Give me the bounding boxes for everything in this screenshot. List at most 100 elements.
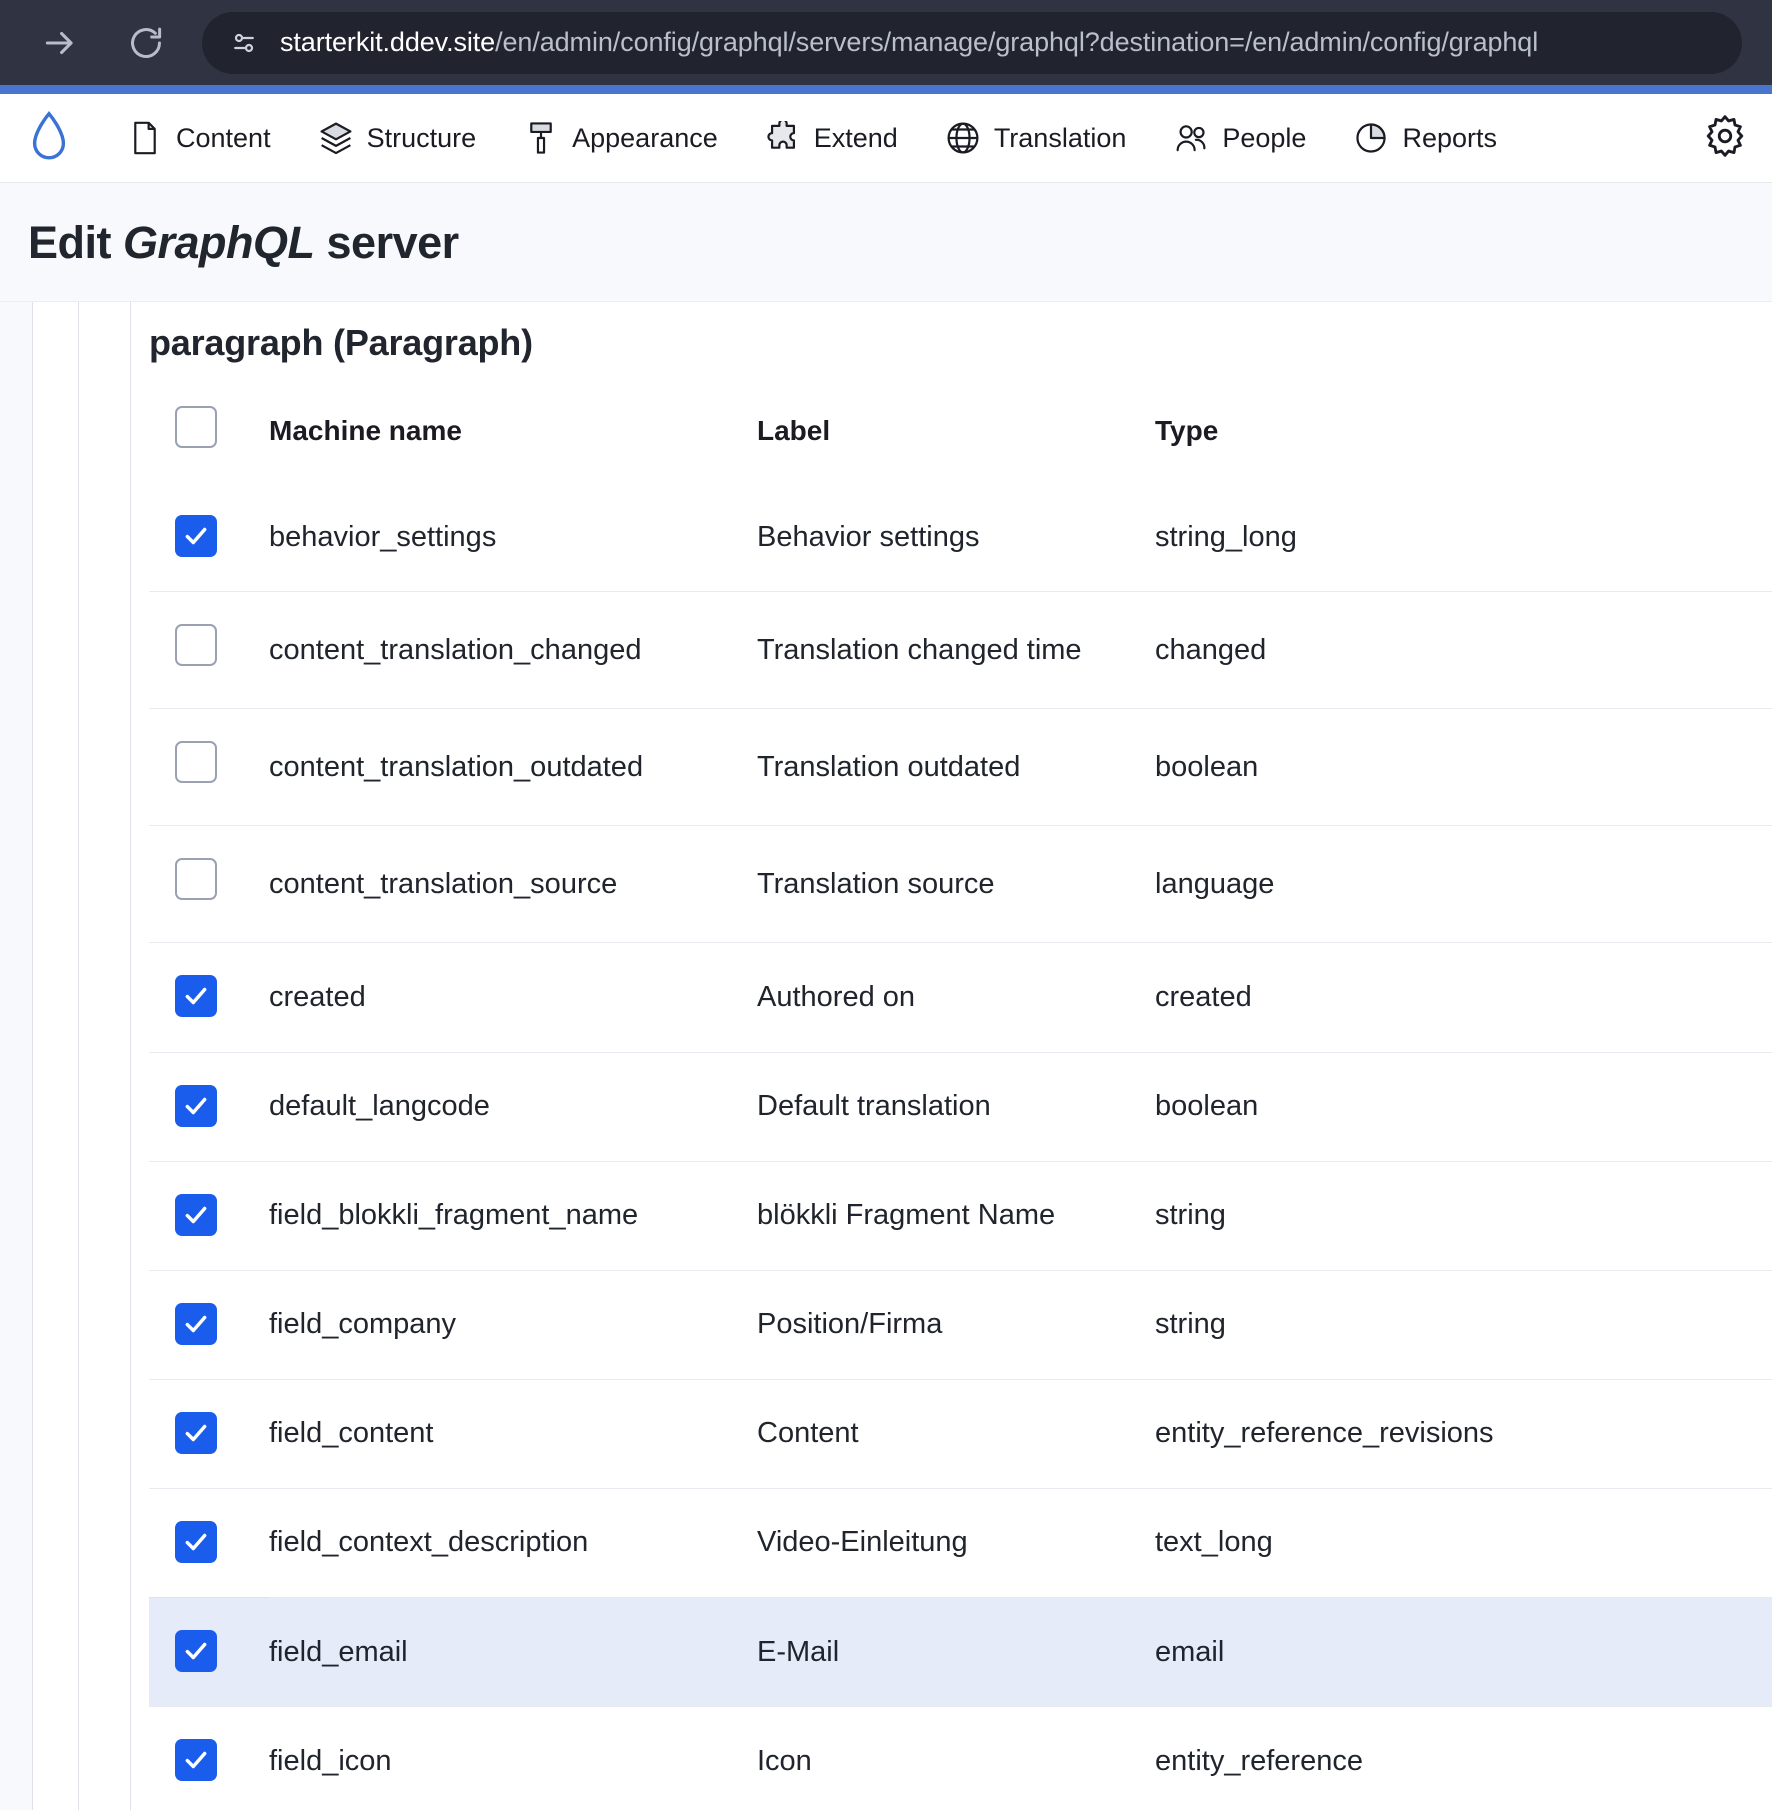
row-select-checkbox[interactable] (175, 1302, 217, 1345)
forward-button[interactable] (32, 15, 88, 71)
toolbar-item-configuration[interactable] (1702, 114, 1748, 161)
toolbar-item-label: Structure (366, 122, 477, 153)
row-checkbox-cell (149, 591, 269, 709)
reload-button[interactable] (118, 15, 174, 71)
page-gutter (0, 302, 32, 1810)
cell-label: Default translation (757, 1051, 1155, 1162)
details-nesting-rail (78, 302, 130, 1810)
row-select-checkbox[interactable] (175, 1084, 217, 1127)
reload-icon (127, 24, 165, 62)
row-select-checkbox[interactable] (175, 1739, 217, 1782)
cell-machine-name: content_translation_source (269, 825, 757, 943)
content-region: paragraph (Paragraph) Machine name Label (0, 302, 1772, 1810)
cell-machine-name: field_email (269, 1597, 757, 1707)
cell-machine-name: behavior_settings (269, 520, 497, 553)
toolbar-item-structure[interactable]: Structure (301, 111, 495, 165)
paint-brush-icon (524, 121, 558, 155)
page-title-suffix: server (314, 217, 460, 268)
table-row[interactable]: content_translation_outdated Translation … (149, 708, 1772, 826)
cell-label: blökkli Fragment Name (757, 1160, 1155, 1271)
row-checkbox-cell (149, 1160, 269, 1271)
bundle-heading: paragraph (Paragraph) (149, 322, 533, 363)
pie-chart-icon (1354, 121, 1388, 155)
row-select-checkbox[interactable] (175, 975, 217, 1018)
row-checkbox-cell (149, 1051, 269, 1162)
cell-machine-name: field_company (269, 1269, 757, 1380)
select-all-header (149, 406, 269, 483)
cell-type: boolean (1155, 1051, 1772, 1162)
cell-label: E-Mail (757, 1597, 1155, 1707)
column-header-type: Type (1155, 414, 1219, 446)
row-checkbox-cell (149, 1487, 269, 1598)
cell-type: entity_reference (1155, 1706, 1772, 1810)
cell-type: language (1155, 825, 1772, 943)
row-select-checkbox[interactable] (175, 624, 217, 667)
toolbar-item-people[interactable]: People (1156, 111, 1324, 165)
cell-machine-name: field_blokkli_fragment_name (269, 1160, 757, 1271)
page-title-prefix: Edit (28, 217, 123, 268)
cell-type: string (1155, 1269, 1772, 1380)
row-select-checkbox[interactable] (175, 1193, 217, 1236)
cell-machine-name: field_content (269, 1378, 757, 1489)
page-title: Edit GraphQL server (28, 217, 1772, 269)
row-select-checkbox[interactable] (175, 1520, 217, 1563)
cell-label: Icon (757, 1706, 1155, 1810)
toolbar-item-reports[interactable]: Reports (1336, 111, 1515, 165)
toolbar-item-extend[interactable]: Extend (748, 111, 916, 165)
browser-toolbar: starterkit.ddev.site/en/admin/config/gra… (0, 0, 1772, 85)
row-select-checkbox[interactable] (175, 1411, 217, 1454)
toolbar-item-translation[interactable]: Translation (928, 111, 1145, 165)
table-row[interactable]: content_translation_source Translation so… (149, 825, 1772, 943)
cell-type: boolean (1155, 708, 1772, 826)
column-header-label: Label (757, 414, 831, 446)
cell-type: created (1155, 942, 1772, 1053)
table-row[interactable]: field_icon Icon entity_reference (149, 1706, 1772, 1810)
arrow-right-icon (41, 24, 79, 62)
cell-machine-name: default_langcode (269, 1051, 757, 1162)
drupal-logo-icon[interactable] (22, 111, 76, 165)
cell-label: Position/Firma (757, 1269, 1155, 1380)
table-header-row: Machine name Label Type (149, 406, 1772, 483)
cell-machine-name: field_icon (269, 1706, 757, 1810)
row-checkbox-cell (149, 483, 269, 592)
row-checkbox-cell (149, 942, 269, 1053)
table-row[interactable]: default_langcode Default translation boole… (149, 1051, 1772, 1162)
cell-label: Authored on (757, 942, 1155, 1053)
cell-machine-name: content_translation_changed (269, 591, 757, 709)
page-title-band: Edit GraphQL server (0, 183, 1772, 302)
url-host: starterkit.ddev.site (280, 27, 496, 57)
row-select-checkbox[interactable] (175, 1630, 217, 1673)
cell-type: text_long (1155, 1487, 1772, 1598)
row-checkbox-cell (149, 1269, 269, 1380)
page-title-emphasis: GraphQL (123, 217, 315, 268)
table-row[interactable]: field_company Position/Firma string (149, 1269, 1772, 1380)
table-row[interactable]: field_blokkli_fragment_name blökkli Fragm… (149, 1160, 1772, 1271)
cell-type: entity_reference_revisions (1155, 1378, 1772, 1489)
table-row[interactable]: field_email E-Mail email (149, 1597, 1772, 1707)
table-row[interactable]: behavior_settings Behavior settings string… (149, 483, 1772, 592)
address-bar[interactable]: starterkit.ddev.site/en/admin/config/gra… (202, 11, 1742, 74)
toolbar-item-label: Appearance (572, 122, 718, 153)
layers-icon (319, 121, 353, 155)
accent-strip (0, 85, 1772, 94)
table-row[interactable]: field_content Content entity_reference_rev… (149, 1378, 1772, 1489)
cell-label: Translation changed time (757, 591, 1155, 709)
row-select-checkbox[interactable] (175, 515, 217, 557)
row-checkbox-cell (149, 825, 269, 943)
row-checkbox-cell (149, 708, 269, 826)
toolbar-item-content[interactable]: Content (110, 111, 289, 165)
cell-label: Translation source (757, 825, 1155, 943)
puzzle-piece-icon (766, 121, 800, 155)
table-row[interactable]: created Authored on created (149, 942, 1772, 1053)
row-checkbox-cell (149, 1378, 269, 1489)
toolbar-item-appearance[interactable]: Appearance (506, 111, 736, 165)
cell-machine-name: content_translation_outdated (269, 708, 757, 826)
table-row[interactable]: content_translation_changed Translation c… (149, 591, 1772, 709)
row-select-checkbox[interactable] (175, 858, 217, 901)
table-row[interactable]: field_context_description Video-Einleitun… (149, 1487, 1772, 1598)
row-select-checkbox[interactable] (175, 741, 217, 784)
fields-form-panel: paragraph (Paragraph) Machine name Label (130, 302, 1772, 1810)
site-settings-icon[interactable] (224, 23, 264, 63)
select-all-checkbox[interactable] (175, 406, 217, 448)
admin-toolbar: Content Structure Appearance Extend Tran… (0, 94, 1772, 183)
